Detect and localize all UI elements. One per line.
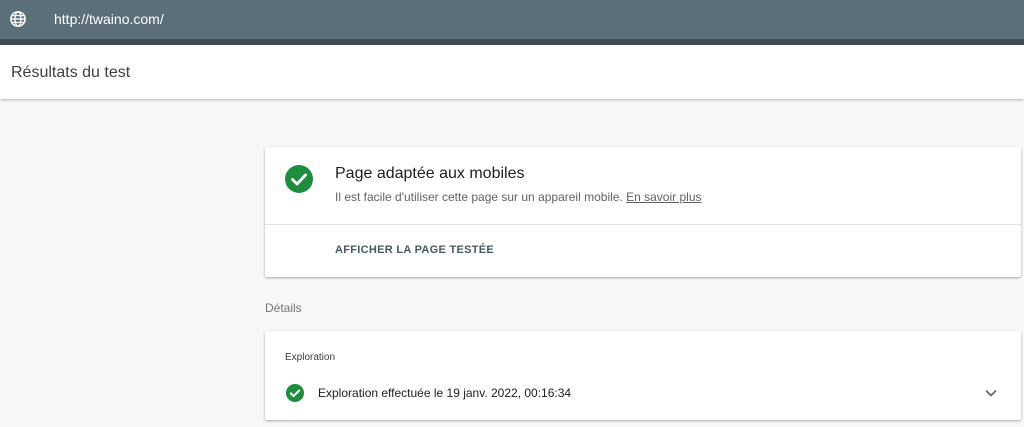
result-title: Page adaptée aux mobiles	[335, 165, 525, 182]
check-circle-icon	[286, 384, 304, 402]
result-description-text: Il est facile d'utiliser cette page sur …	[335, 190, 623, 204]
exploration-card: Exploration Exploration effectuée le 19 …	[265, 331, 1021, 420]
exploration-status-text: Exploration effectuée le 19 janv. 2022, …	[318, 386, 572, 400]
view-tested-page-button[interactable]: AFFICHER LA PAGE TESTÉE	[335, 243, 494, 257]
url-text[interactable]: http://twaino.com/	[54, 10, 164, 28]
chevron-down-icon[interactable]	[983, 385, 999, 401]
learn-more-link[interactable]: En savoir plus	[626, 190, 701, 204]
page-title: Résultats du test	[11, 64, 131, 81]
url-bar: http://twaino.com/	[0, 0, 1024, 39]
mobile-friendly-result-card: Page adaptée aux mobiles Il est facile d…	[265, 147, 1021, 277]
result-description: Il est facile d'utiliser cette page sur …	[335, 189, 702, 205]
details-label: Détails	[265, 301, 302, 315]
check-circle-icon	[285, 165, 313, 193]
exploration-header: Exploration	[285, 352, 336, 363]
globe-icon	[10, 11, 26, 27]
card-divider	[265, 224, 1021, 225]
title-bar: Résultats du test	[0, 45, 1024, 99]
